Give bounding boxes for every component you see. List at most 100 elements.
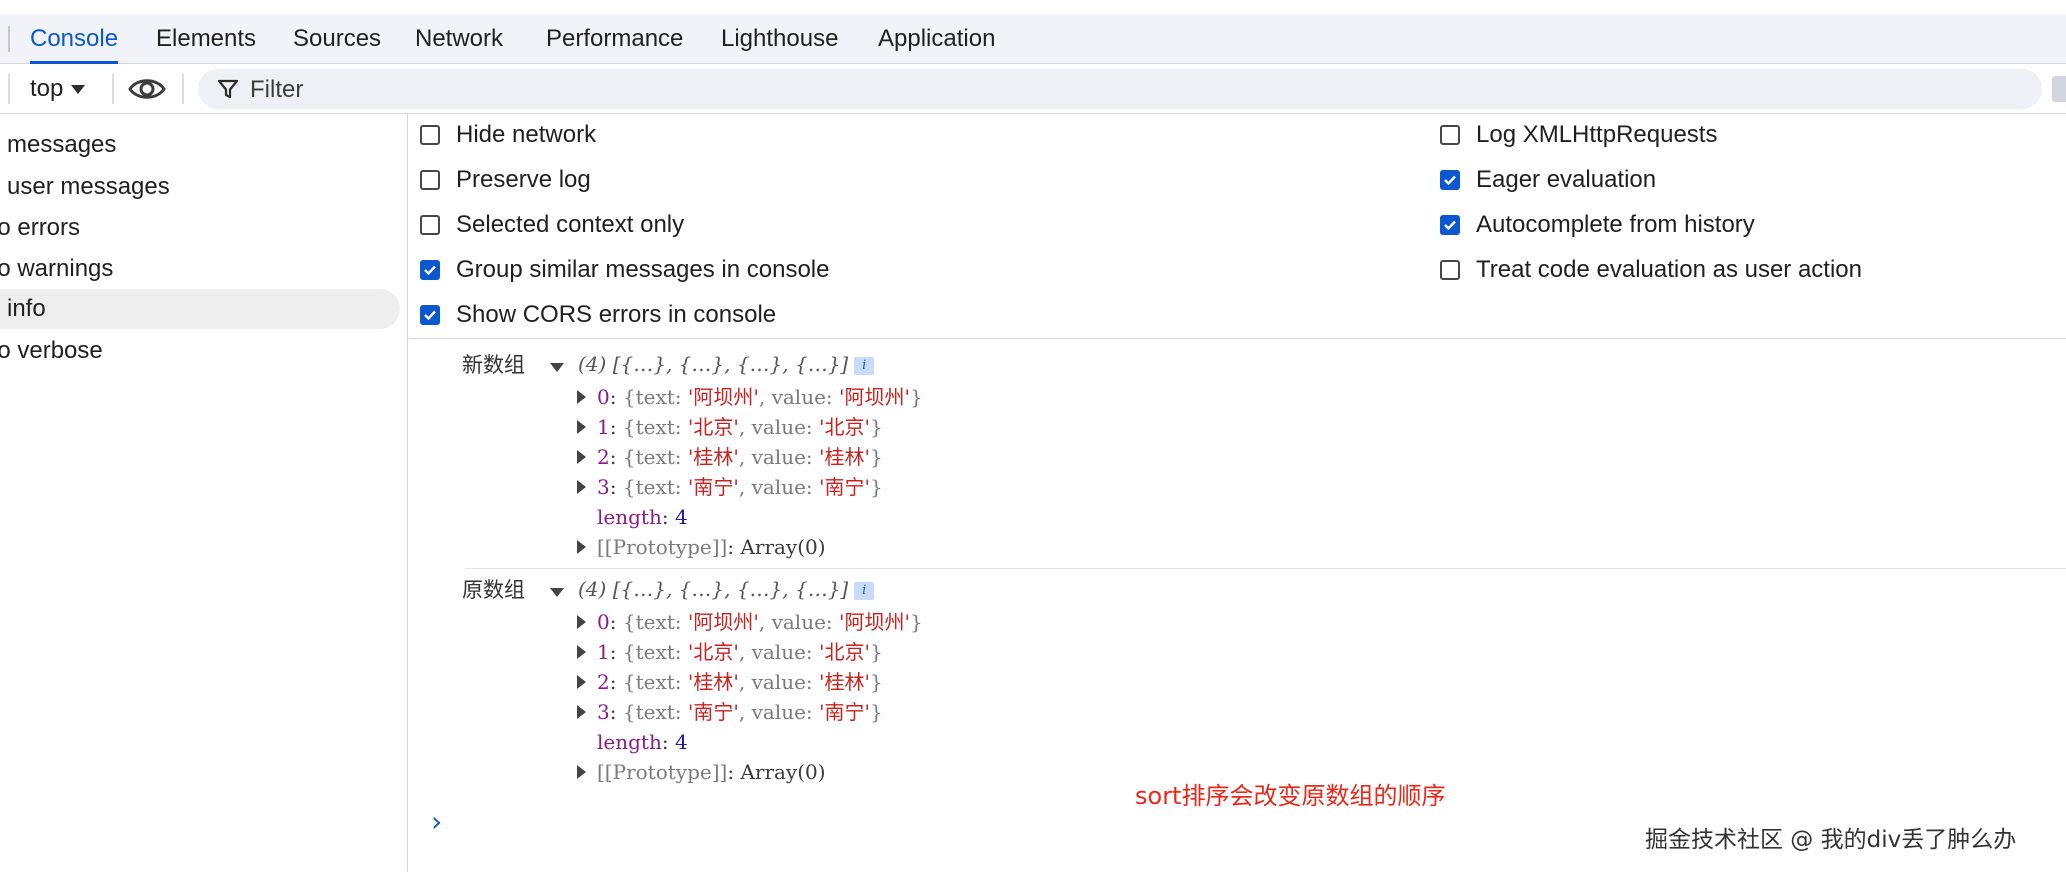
array-prototype[interactable]: [[Prototype]]: Array(0) [597,532,826,562]
tab-elements[interactable]: Elements [156,14,256,63]
checkbox[interactable] [420,215,440,235]
tab-bar-separator [8,26,10,52]
array-entry[interactable]: 3: {text: '南宁', value: '南宁'} [597,697,883,727]
checkbox[interactable] [1440,125,1460,145]
message-divider [465,568,2066,569]
checkbox-checked[interactable] [1440,170,1460,190]
checkbox[interactable] [1440,260,1460,280]
sidebar-item-messages[interactable]: messages [7,125,407,165]
array-entry[interactable]: 0: {text: '阿坝州', value: '阿坝州'} [597,607,923,637]
array-entry[interactable]: 2: {text: '桂林', value: '桂林'} [597,667,883,697]
array-entry[interactable]: 0: {text: '阿坝州', value: '阿坝州'} [597,382,923,412]
expand-arrow-icon[interactable] [577,705,586,719]
checkbox-checked[interactable] [420,260,440,280]
entry-text: 南宁 [693,475,734,499]
expand-arrow-icon[interactable] [577,540,586,554]
watermark: 掘金技术社区 @ 我的div丢了肿么办 [1645,827,2017,853]
toolbar-separator [182,74,184,104]
entry-text: 北京 [693,640,734,664]
entry-value: 桂林 [824,670,865,694]
log-label: 新数组 [462,353,525,377]
tab-lighthouse[interactable]: Lighthouse [721,14,838,63]
funnel-icon [217,79,239,99]
array-summary[interactable]: (4) [{…}, {…}, {…}, {…}] i [578,574,875,604]
prototype-value: Array(0) [740,760,826,784]
info-icon[interactable]: i [854,581,875,600]
setting-label: Autocomplete from history [1476,211,1755,238]
expand-arrow-icon[interactable] [577,450,586,464]
expand-arrow-icon[interactable] [577,480,586,494]
console-sidebar: messages user messages lo errors lo warn… [0,114,408,872]
entry-index: 3 [597,700,610,724]
entry-index: 1 [597,640,610,664]
console-toolbar: top [0,64,2066,114]
sidebar-item-verbose[interactable]: lo verbose [0,331,392,371]
array-prototype[interactable]: [[Prototype]]: Array(0) [597,757,826,787]
filter-field[interactable] [198,69,2042,111]
entry-text: 北京 [693,415,734,439]
array-length: length: 4 [597,730,688,754]
array-entry[interactable]: 1: {text: '北京', value: '北京'} [597,637,883,667]
expand-arrow-icon[interactable] [577,765,586,779]
tab-sources[interactable]: Sources [293,14,381,63]
entry-text: 南宁 [693,700,734,724]
setting-label: Hide network [456,121,597,148]
setting-label: Selected context only [456,211,685,238]
entry-index: 0 [597,610,610,634]
entry-value: 桂林 [824,445,865,469]
entry-value: 南宁 [824,475,865,499]
expand-arrow-icon[interactable] [550,588,564,597]
expand-arrow-icon[interactable] [550,363,564,372]
length-value: 4 [674,505,688,529]
toolbar-overflow-edge [2052,76,2066,102]
array-entry[interactable]: 2: {text: '桂林', value: '桂林'} [597,442,883,472]
expand-arrow-icon[interactable] [577,420,586,434]
array-preview: (4) [{…}, {…}, {…}, {…}] [578,577,849,601]
tab-application[interactable]: Application [878,14,995,63]
checkbox[interactable] [420,125,440,145]
context-label: top [30,75,64,102]
entry-value: 北京 [824,640,865,664]
length-key: length [597,730,662,754]
tab-network[interactable]: Network [415,14,503,63]
expand-arrow-icon[interactable] [577,390,586,404]
devtools-tab-bar: Console Elements Sources Network Perform… [0,14,2066,64]
sidebar-item-warnings[interactable]: lo warnings [0,249,392,289]
expand-arrow-icon[interactable] [577,675,586,689]
checkbox-checked[interactable] [420,305,440,325]
setting-label: Preserve log [456,166,591,193]
checkbox[interactable] [420,170,440,190]
setting-label: Treat code evaluation as user action [1476,256,1863,283]
check-icon [424,310,436,321]
array-entry[interactable]: 1: {text: '北京', value: '北京'} [597,412,883,442]
tab-performance[interactable]: Performance [546,14,683,63]
checkbox-checked[interactable] [1440,215,1460,235]
context-selector[interactable]: top [30,64,86,114]
entry-value: 阿坝州 [844,610,905,634]
array-entry[interactable]: 3: {text: '南宁', value: '南宁'} [597,472,883,502]
log-label: 原数组 [462,578,525,602]
info-icon[interactable]: i [854,356,875,375]
expand-arrow-icon[interactable] [577,615,586,629]
array-preview: (4) [{…}, {…}, {…}, {…}] [578,352,849,376]
sidebar-item-info[interactable]: info [0,289,400,329]
length-key: length [597,505,662,529]
eye-icon[interactable] [128,72,166,106]
sidebar-item-errors[interactable]: lo errors [0,208,392,248]
entry-text: 桂林 [693,445,734,469]
toolbar-separator [112,74,114,104]
array-summary[interactable]: (4) [{…}, {…}, {…}, {…}] i [578,349,875,379]
entry-text: 阿坝州 [693,610,754,634]
console-settings-pane: Hide network Preserve log Selected conte… [409,114,2066,339]
caret-down-icon [71,85,86,95]
entry-text: 桂林 [693,670,734,694]
tab-console[interactable]: Console [30,14,119,64]
prototype-key: [[Prototype]] [597,760,728,784]
expand-arrow-icon[interactable] [577,645,586,659]
filter-input[interactable] [248,69,1952,111]
entry-value: 阿坝州 [844,385,905,409]
sidebar-item-user-messages[interactable]: user messages [7,167,407,207]
setting-label: Group similar messages in console [456,256,830,283]
prototype-key: [[Prototype]] [597,535,728,559]
console-prompt[interactable]: › [431,805,442,838]
